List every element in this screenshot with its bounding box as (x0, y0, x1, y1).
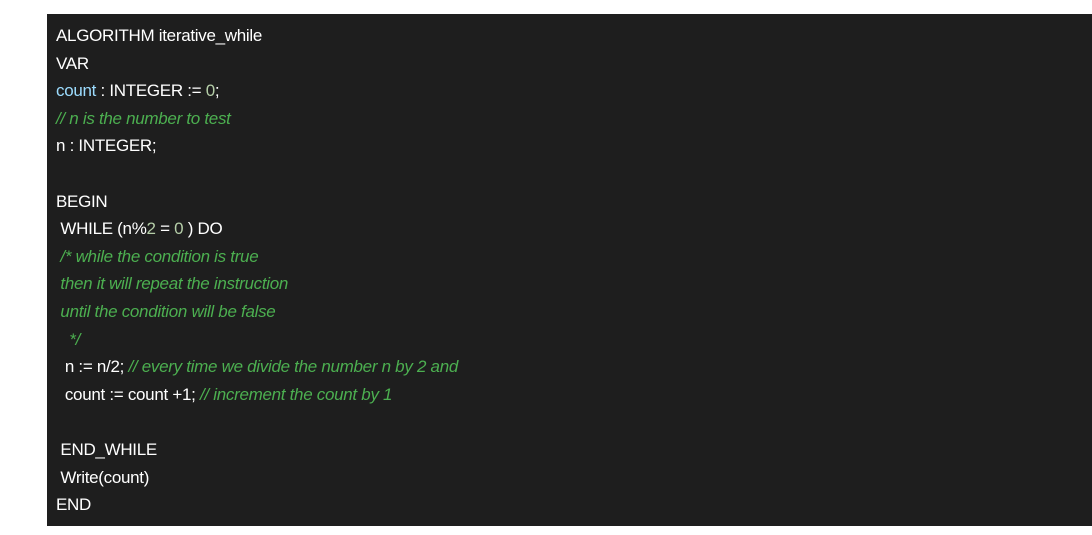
code-line-7: BEGIN (56, 188, 1092, 216)
number-token: 2 (146, 219, 156, 239)
code-line-9: /* while the condition is true (56, 243, 1092, 271)
code-line-12: */ (56, 326, 1092, 354)
code-text: ) DO (183, 219, 223, 239)
code-text: n : INTEGER; (56, 136, 157, 156)
comment-text: // n is the number to test (56, 108, 231, 128)
code-line-13: n := n/2; // every time we divide the nu… (56, 353, 1092, 381)
code-text: WHILE (n% (56, 219, 147, 239)
code-text: = (155, 219, 175, 239)
code-text: END (56, 495, 91, 515)
code-line-3: count : INTEGER := 0; (56, 77, 1092, 105)
code-text: END_WHILE (56, 439, 157, 459)
code-line-8: WHILE (n%2 = 0 ) DO (56, 215, 1092, 243)
code-line-17: Write(count) (56, 464, 1092, 492)
code-line-16: END_WHILE (56, 436, 1092, 464)
number-token: 0 (205, 81, 215, 101)
code-line-14: count := count +1; // increment the coun… (56, 381, 1092, 409)
comment-text: /* while the condition is true (56, 246, 259, 266)
number-token: 0 (174, 219, 184, 239)
variable-token: count (56, 81, 97, 101)
code-line-11: until the condition will be false (56, 298, 1092, 326)
code-line-18: END (56, 491, 1092, 519)
code-line-5: n : INTEGER; (56, 132, 1092, 160)
code-text: n := n/2; (56, 357, 129, 377)
comment-text: // increment the count by 1 (199, 384, 393, 404)
code-text: count := count +1; (56, 384, 200, 404)
comment-text: */ (56, 329, 81, 349)
comment-text: // every time we divide the number n by … (128, 357, 458, 377)
code-line-2: VAR (56, 50, 1092, 78)
code-text: : INTEGER := (96, 81, 206, 101)
code-line-10: then it will repeat the instruction (56, 270, 1092, 298)
code-line-1: ALGORITHM iterative_while (56, 22, 1092, 50)
code-line-4: // n is the number to test (56, 105, 1092, 133)
comment-text: then it will repeat the instruction (56, 274, 289, 294)
code-text: ALGORITHM iterative_while (56, 26, 263, 45)
code-text: BEGIN (56, 191, 108, 211)
code-editor-panel: ALGORITHM iterative_while VAR count : IN… (47, 14, 1092, 526)
code-text: Write(count) (56, 467, 150, 487)
comment-text: until the condition will be false (56, 301, 276, 321)
code-text: VAR (56, 53, 89, 73)
code-text: ; (214, 81, 220, 101)
